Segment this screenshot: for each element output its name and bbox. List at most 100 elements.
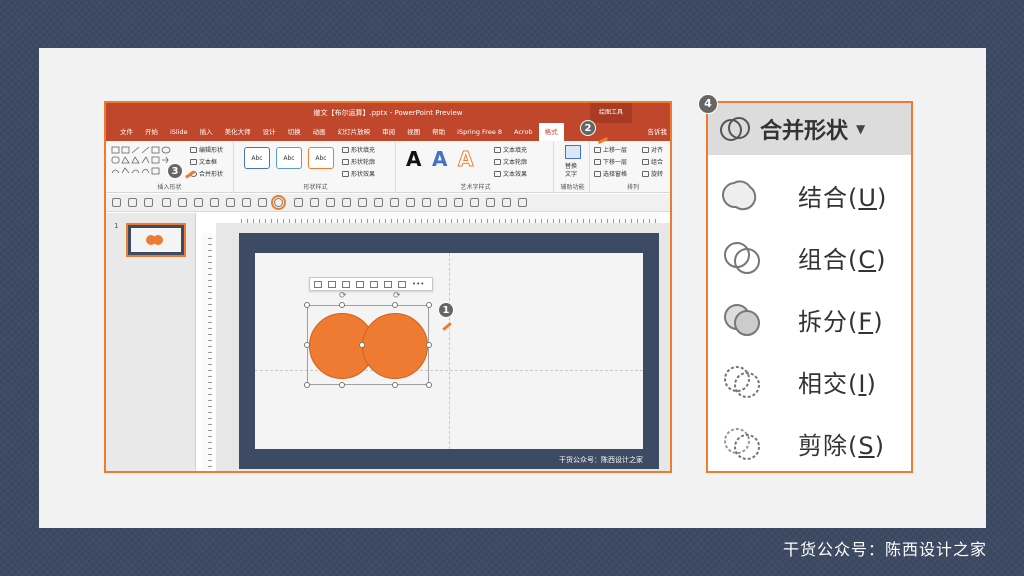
align-middle-icon[interactable] <box>370 281 378 288</box>
align-bottom-icon[interactable] <box>384 281 392 288</box>
alt-text-icon[interactable] <box>565 145 581 159</box>
menu-item-combine[interactable]: 组合(C) <box>708 227 911 287</box>
more-icon[interactable]: ••• <box>412 281 424 288</box>
tab-home[interactable]: 开始 <box>139 123 164 141</box>
resize-handle[interactable] <box>392 302 398 308</box>
rotate-handle-icon[interactable]: ⟳ <box>339 291 347 301</box>
editing-slide[interactable]: ••• ⟳ ⟳ 干货公众号：陈西设计之家 <box>239 233 659 469</box>
merge-shapes-title: 合并形状 <box>760 119 849 144</box>
rotate-button[interactable]: 旋转 <box>642 169 663 178</box>
tab-islide[interactable]: iSlide <box>164 123 194 141</box>
shape-style-3[interactable]: Abc <box>308 147 334 169</box>
shape-style-2[interactable]: Abc <box>276 147 302 169</box>
repeat-icon[interactable] <box>178 198 187 207</box>
text-effects-button[interactable]: 文本效果 <box>494 169 527 178</box>
menu-item-subtract[interactable]: 剪除(S) <box>708 413 911 471</box>
resize-handle[interactable] <box>304 342 310 348</box>
wordart-black[interactable]: A <box>406 147 421 171</box>
wordart-blue[interactable]: A <box>432 147 447 171</box>
resize-handle[interactable] <box>392 382 398 388</box>
menu-item-union[interactable]: 结合(U) <box>708 165 911 225</box>
distribute-icon[interactable] <box>398 281 406 288</box>
horizontal-ruler <box>241 213 661 223</box>
merge-shapes-button[interactable]: 合并形状 <box>190 169 223 178</box>
resize-handle[interactable] <box>426 342 432 348</box>
eyedropper-icon[interactable] <box>112 198 121 207</box>
tab-file[interactable]: 文件 <box>114 123 139 141</box>
slide-thumbnail[interactable] <box>126 223 186 257</box>
tab-ispring[interactable]: iSpring Free 8 <box>451 123 508 141</box>
undo-icon[interactable] <box>194 198 203 207</box>
send-backward-button[interactable]: 下移一层 <box>594 157 627 166</box>
tell-me-search[interactable]: 告诉我 <box>648 123 668 141</box>
text-fill-button[interactable]: 文本填充 <box>494 145 527 154</box>
lock-icon[interactable] <box>502 198 511 207</box>
rectangle-icon[interactable] <box>258 198 267 207</box>
resize-handle[interactable] <box>304 382 310 388</box>
menu-item-fragment[interactable]: 拆分(F) <box>708 289 911 349</box>
tab-help[interactable]: 帮助 <box>426 123 451 141</box>
tab-slideshow[interactable]: 幻灯片放映 <box>332 123 377 141</box>
tab-review[interactable]: 审阅 <box>376 123 401 141</box>
subtract-icon <box>724 428 760 460</box>
eyedropper-icon[interactable] <box>128 198 137 207</box>
tab-animations[interactable]: 动画 <box>307 123 332 141</box>
tab-format[interactable]: 格式 <box>538 123 564 141</box>
align-top-icon[interactable] <box>356 281 364 288</box>
layer-icon[interactable] <box>374 198 383 207</box>
format-painter-icon[interactable] <box>242 198 251 207</box>
resize-handle[interactable] <box>304 302 310 308</box>
combine-icon <box>724 242 760 274</box>
shape-style-1[interactable]: Abc <box>244 147 270 169</box>
resize-handle[interactable] <box>339 382 345 388</box>
star-icon[interactable] <box>390 198 399 207</box>
line-color-icon[interactable] <box>454 198 463 207</box>
tab-design[interactable]: 设计 <box>257 123 282 141</box>
save-icon[interactable] <box>162 198 171 207</box>
font-color-icon[interactable] <box>470 198 479 207</box>
resize-handle[interactable] <box>359 342 365 348</box>
wordart-orange-outline[interactable]: A <box>457 147 474 172</box>
menu-item-intersect[interactable]: 相交(I) <box>708 351 911 411</box>
resize-handle[interactable] <box>426 302 432 308</box>
text-icon[interactable] <box>210 198 219 207</box>
subtract-shortcut: S <box>858 431 875 460</box>
tab-insert[interactable]: 插入 <box>194 123 219 141</box>
align-center-icon[interactable] <box>328 281 336 288</box>
selection-pane-button[interactable]: 选择窗格 <box>594 169 627 178</box>
rotate-icon[interactable] <box>358 198 367 207</box>
paint-bucket-icon <box>342 146 349 153</box>
group-button[interactable]: 组合 <box>642 157 663 166</box>
pen-icon[interactable] <box>406 198 415 207</box>
effects-icon[interactable] <box>486 198 495 207</box>
merge-shapes-header[interactable]: 合并形状 ▼ <box>708 103 911 155</box>
fill-color-icon[interactable] <box>438 198 447 207</box>
align-left-icon[interactable] <box>314 281 322 288</box>
tab-beautify[interactable]: 美化大师 <box>219 123 257 141</box>
resize-handle[interactable] <box>339 302 345 308</box>
shape-effects-button[interactable]: 形状效果 <box>342 169 375 178</box>
tab-view[interactable]: 视图 <box>401 123 426 141</box>
group-icon[interactable] <box>310 198 319 207</box>
tab-transitions[interactable]: 切换 <box>282 123 307 141</box>
align-icon[interactable] <box>294 198 303 207</box>
orange-circle-right[interactable] <box>362 313 428 379</box>
align-right-icon[interactable] <box>342 281 350 288</box>
shape-outline-label: 形状轮廓 <box>351 159 376 166</box>
align-button[interactable]: 对齐 <box>642 145 663 154</box>
bring-forward-button[interactable]: 上移一层 <box>594 145 627 154</box>
shape-icon[interactable] <box>226 198 235 207</box>
shape-outline-button[interactable]: 形状轮廓 <box>342 157 375 166</box>
tab-acrobat[interactable]: Acrob <box>508 123 539 141</box>
crop-icon[interactable] <box>342 198 351 207</box>
eyedropper-icon[interactable] <box>144 198 153 207</box>
text-box-button[interactable]: 文本框 <box>190 157 217 166</box>
shape-fill-button[interactable]: 形状填充 <box>342 145 375 154</box>
edit-shape-button[interactable]: 编辑形状 <box>190 145 223 154</box>
lock-icon[interactable] <box>422 198 431 207</box>
more-icon[interactable] <box>518 198 527 207</box>
resize-handle[interactable] <box>426 382 432 388</box>
text-outline-button[interactable]: 文本轮廓 <box>494 157 527 166</box>
rotate-handle-icon[interactable]: ⟳ <box>393 291 401 301</box>
distribute-icon[interactable] <box>326 198 335 207</box>
